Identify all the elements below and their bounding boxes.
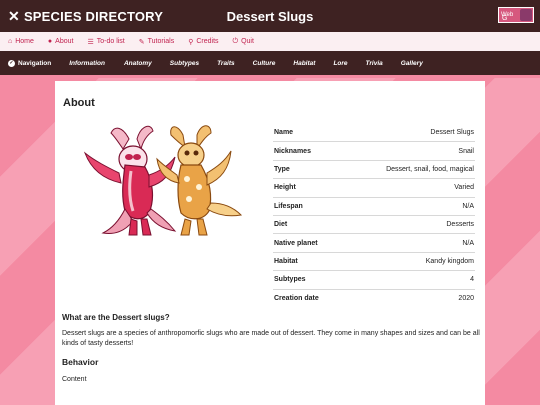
species-description: Dessert slugs are a species of anthropom…	[62, 330, 480, 347]
row-key: Diet	[273, 214, 342, 234]
row-value: Dessert Slugs	[430, 129, 474, 137]
table-row: Diet Desserts	[273, 214, 475, 234]
tab-anatomy[interactable]: Anatomy	[124, 60, 152, 67]
tab-culture[interactable]: Culture	[253, 60, 276, 67]
nav-label: Tutorials	[147, 38, 175, 45]
row-key: Subtypes	[273, 270, 342, 290]
orange-slug-figure	[156, 125, 243, 236]
species-info-table: Name Dessert Slugs Nicknames Snail Type Des…	[273, 124, 475, 307]
row-value: 2020	[341, 288, 475, 307]
tab-navigation[interactable]: ✓ Navigation	[8, 59, 52, 67]
table-row: Subtypes 4	[273, 270, 475, 290]
about-heading: About	[63, 97, 95, 109]
table-row: Type Dessert, snail, food, magical	[273, 159, 475, 179]
row-key: Type	[273, 159, 342, 179]
nav-tutorials[interactable]: ✎ Tutorials	[139, 38, 174, 46]
tab-subtypes[interactable]: Subtypes	[170, 60, 199, 67]
nav-about[interactable]: ● About	[48, 38, 74, 45]
behavior-heading: Behavior	[62, 357, 99, 367]
avatar-icon	[520, 9, 532, 21]
species-illustration	[83, 125, 243, 236]
power-icon: ⏻	[232, 37, 239, 45]
top-bar: ✕ SPECIES DIRECTORY Dessert Slugs Web G	[0, 0, 540, 32]
page-title: Dessert Slugs	[226, 9, 314, 24]
table-row: Name Dessert Slugs	[273, 124, 475, 142]
row-value: N/A	[341, 233, 475, 253]
tab-gallery[interactable]: Gallery	[401, 60, 423, 67]
row-key: Name	[274, 129, 294, 137]
badge-letter: G	[502, 15, 508, 22]
table-row: Creation date 2020	[273, 288, 475, 307]
row-value: Varied	[341, 178, 475, 198]
table-row: Nicknames Snail	[273, 141, 475, 161]
tab-lore[interactable]: Lore	[333, 60, 347, 67]
wand-icon: ✎	[138, 38, 145, 46]
row-value: 4	[341, 270, 475, 290]
tab-traits[interactable]: Traits	[217, 60, 235, 67]
row-key: Height	[273, 178, 342, 198]
avatar-badge[interactable]: Web G	[498, 7, 534, 23]
nav-label: Credits	[196, 38, 219, 45]
row-value: Kandy kingdom	[341, 251, 475, 271]
search-icon: ⚲	[188, 38, 194, 46]
nav-label: About	[55, 38, 74, 45]
row-key: Native planet	[273, 233, 342, 253]
behavior-content: Content	[62, 376, 87, 383]
info-icon: ●	[47, 38, 53, 45]
question-heading: What are the Dessert slugs?	[62, 313, 170, 322]
row-value: N/A	[341, 196, 475, 216]
row-key: Nicknames	[273, 141, 342, 161]
tab-information[interactable]: Information	[69, 60, 105, 67]
row-key: Creation date	[273, 288, 342, 307]
nav-label: Home	[15, 38, 34, 45]
main-nav: ⌂ Home ● About ☰ To-do list ✎ Tutorials …	[0, 32, 540, 52]
nav-home[interactable]: ⌂ Home	[8, 38, 34, 45]
section-tabs: ✓ Navigation Information Anatomy Subtype…	[0, 51, 540, 75]
table-row: Height Varied	[273, 178, 475, 198]
list-icon: ☰	[87, 38, 94, 46]
nav-todo[interactable]: ☰ To-do list	[87, 38, 124, 46]
nav-quit[interactable]: ⏻ Quit	[233, 38, 254, 46]
nav-label: Quit	[241, 38, 254, 45]
row-value: Snail	[341, 141, 475, 161]
pink-slug-figure	[83, 125, 177, 236]
row-value: Desserts	[341, 214, 475, 234]
tab-trivia[interactable]: Trivia	[366, 60, 383, 67]
check-icon: ✓	[8, 59, 15, 67]
nav-credits[interactable]: ⚲ Credits	[188, 38, 218, 46]
home-icon: ⌂	[8, 38, 13, 45]
nav-label: To-do list	[96, 38, 125, 45]
row-value: Dessert, snail, food, magical	[341, 159, 475, 179]
row-key: Habitat	[273, 251, 342, 271]
table-row: Habitat Kandy kingdom	[273, 251, 475, 271]
tab-habitat[interactable]: Habitat	[293, 60, 315, 67]
tab-label: Navigation	[18, 59, 52, 67]
table-row: Lifespan N/A	[273, 196, 475, 216]
row-key: Lifespan	[273, 196, 342, 216]
content-card: About Name Dessert Slugs Nicknames Snail…	[55, 81, 485, 405]
table-row: Native planet N/A	[273, 233, 475, 253]
